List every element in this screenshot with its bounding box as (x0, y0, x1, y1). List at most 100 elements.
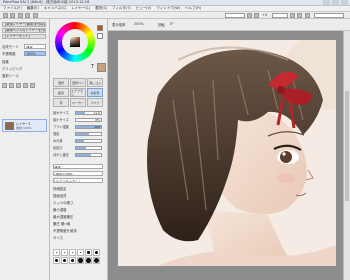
brush-setting-slider[interactable]: 100 (75, 124, 102, 129)
rotate-left-icon[interactable] (290, 13, 295, 18)
edge-hardness-label: エッジの硬さ (53, 201, 74, 205)
menu-help[interactable]: ヘルプ(H) (185, 6, 201, 11)
tool-pencil[interactable]: 鉛筆 (53, 88, 69, 97)
invert-selection-icon[interactable] (25, 13, 30, 18)
canvas-sheet[interactable] (118, 40, 336, 266)
rotation-field[interactable] (272, 13, 288, 18)
new-layer-button[interactable]: [新規レイヤー(通常)を作成] (2, 22, 46, 27)
menu-window[interactable]: ウィンドウ(W) (156, 6, 180, 11)
tool-eraser[interactable]: 消しゴム (87, 78, 103, 87)
artwork-illustration (118, 40, 336, 266)
menu-file[interactable]: ファイル(F) (3, 6, 22, 11)
slider-fill (76, 132, 89, 135)
slider-fill (76, 139, 84, 142)
tool-airbrush[interactable]: エアブラシ (70, 88, 86, 97)
zoom-field[interactable] (225, 13, 245, 18)
scrollbar-thumb[interactable] (345, 91, 349, 201)
brush-setting-slider[interactable] (75, 138, 102, 143)
tool-brush[interactable]: 筆 (53, 98, 69, 107)
menu-edit[interactable]: 編集(E) (27, 6, 39, 11)
delete-layer-icon[interactable] (30, 83, 35, 88)
zoom-out-icon[interactable] (254, 13, 259, 18)
redo-icon[interactable] (10, 13, 15, 18)
tool-bucket[interactable]: バケツ (87, 98, 103, 107)
brush-texture-select[interactable]: (テクスチャなし) (53, 178, 103, 183)
angle-value[interactable]: 0° (170, 22, 174, 26)
brush-shape-select[interactable]: (通常の円形) (53, 171, 103, 176)
menu-select[interactable]: 選択(S) (95, 6, 107, 11)
zoom-in-icon[interactable] (247, 13, 252, 18)
brush-size-4[interactable] (77, 257, 84, 264)
brush-size-2.3[interactable] (93, 249, 100, 256)
vertical-scrollbar[interactable] (343, 31, 350, 280)
brush-setting-row: 水分量 (53, 138, 102, 143)
brush-setting-slider[interactable]: 0% (75, 117, 102, 122)
main-color-swatch[interactable] (97, 25, 103, 31)
new-linework-layer-button[interactable]: [新規ペン入れレイヤーを作成] (2, 28, 46, 33)
new-folder-icon[interactable] (9, 83, 14, 88)
brush-size-dot (79, 251, 82, 254)
opacity-slider[interactable]: 100% (24, 51, 46, 56)
deselect-icon[interactable] (18, 13, 23, 18)
zoom-label: 表示倍率 (112, 23, 126, 27)
brush-setting-slider[interactable] (75, 152, 102, 157)
color-wheel[interactable] (55, 22, 95, 62)
menu-layer[interactable]: レイヤー(L) (71, 6, 90, 11)
menu-canvas[interactable]: キャンバス(C) (44, 6, 67, 11)
layer-set-button[interactable]: [レイヤーセット] (2, 34, 46, 39)
brush-blend-select[interactable]: 通常 (53, 164, 103, 169)
minimize-button[interactable] (323, 0, 330, 5)
menu-filter[interactable]: フィルタ(T) (112, 6, 131, 11)
brush-size-dot (56, 252, 57, 253)
detail-settings-label[interactable]: 詳細設定 (53, 186, 67, 191)
new-layer-icon[interactable] (2, 83, 7, 88)
brush-size-2.6[interactable] (53, 257, 60, 264)
brush-setting-label: 水分量 (53, 139, 63, 143)
layer-item[interactable]: レイヤー1 通常 100% (2, 119, 47, 132)
blend-mode-select[interactable]: 通常 (24, 44, 46, 49)
brush-size-3[interactable] (61, 257, 68, 264)
brush-setting-slider[interactable] (75, 145, 102, 150)
brush-size-dot (86, 258, 91, 263)
brush-size-dot (87, 251, 90, 254)
zoom-value[interactable]: 200% (134, 22, 144, 26)
brush-size-2[interactable] (85, 249, 92, 256)
maximize-button[interactable] (332, 0, 339, 5)
brush-size-dot (70, 258, 75, 263)
brush-size-6[interactable] (93, 257, 100, 264)
tool-selection-pen[interactable]: 選択ペン (70, 78, 86, 87)
brush-size-3.5[interactable] (69, 257, 76, 264)
tool-marker[interactable]: マーカー (70, 98, 86, 107)
brush-size-0.8[interactable] (61, 249, 68, 256)
clear-layer-icon[interactable] (23, 83, 28, 88)
brush-setting-slider[interactable] (75, 131, 102, 136)
accent-color-swatch[interactable] (97, 63, 106, 72)
menu-view[interactable]: ビュー(V) (136, 6, 152, 11)
angle-label: 回転 (158, 23, 165, 27)
brush-setting-label: 色延び (53, 146, 63, 150)
saturation-value-square[interactable] (70, 37, 80, 47)
clipping-label[interactable]: クリッピング (2, 66, 22, 71)
brush-setting-slider[interactable]: x1.0 (75, 110, 102, 115)
brush-size-1.5[interactable] (77, 249, 84, 256)
undo-icon[interactable] (3, 13, 8, 18)
keep-opacity-checkbox[interactable]: 不透明度を維持 (53, 228, 77, 233)
brush-size-0.7[interactable] (53, 249, 60, 256)
layer-thumbnail (5, 122, 14, 130)
selection-edge-icon[interactable] (33, 13, 38, 18)
brush-size-1[interactable] (69, 249, 76, 256)
pressure-size-checkbox[interactable]: サイズ (53, 235, 63, 240)
flip-icon[interactable] (305, 13, 310, 18)
tool-selection[interactable]: 選択 (53, 78, 69, 87)
selection-source-label[interactable]: 選択ソース (2, 73, 19, 78)
close-button[interactable] (341, 0, 348, 5)
brush-size-dot (63, 251, 66, 254)
tool-watercolor[interactable]: 水彩筆 (87, 88, 103, 97)
merge-down-icon[interactable] (16, 83, 21, 88)
stabilizer-field[interactable] (314, 13, 344, 18)
sub-color-swatch[interactable] (97, 33, 103, 39)
brush-size-5[interactable] (85, 257, 92, 264)
text-tool-icon[interactable]: T (91, 64, 94, 70)
pressure-hardness-label: 筆圧 硬⇔軟 (53, 222, 71, 226)
rotate-right-icon[interactable] (297, 13, 302, 18)
